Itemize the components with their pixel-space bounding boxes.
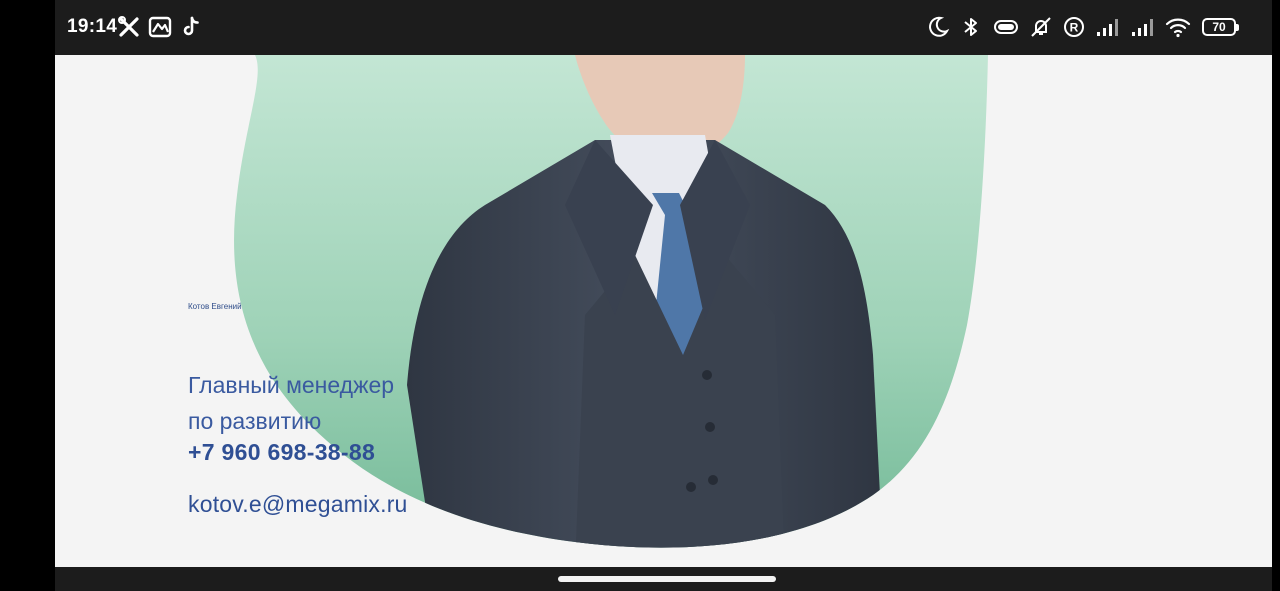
battery-level: 70	[1212, 20, 1226, 34]
gallery-icon	[148, 16, 172, 38]
job-title: Главный менеджер по развитию	[188, 367, 448, 439]
signal-icon	[1132, 19, 1153, 36]
roaming-icon: R	[1064, 17, 1084, 37]
email-link[interactable]: kotov.e@megamix.ru	[188, 491, 408, 518]
screen-bezel-left	[0, 0, 55, 591]
job-title-line-1: Главный менеджер	[188, 372, 395, 398]
job-title-line-2: по развитию	[188, 408, 322, 434]
wifi-icon	[1165, 18, 1191, 38]
business-card-page: Котов Евгений Главный менеджер по развит…	[55, 55, 1272, 567]
tiktok-icon	[183, 16, 199, 36]
signal-icon	[1097, 19, 1118, 36]
vibrate-icon	[994, 20, 1018, 34]
moon-icon	[929, 16, 950, 37]
mute-icon	[1031, 17, 1051, 37]
tools-icon	[118, 16, 139, 37]
navigation-bar	[55, 567, 1272, 591]
bluetooth-icon	[964, 18, 977, 36]
screen-bezel-right	[1272, 0, 1280, 591]
status-time: 19:14	[67, 16, 118, 37]
notification-icons	[117, 15, 203, 39]
battery-icon: 70	[1202, 18, 1239, 36]
status-bar: 19:14 R 70	[55, 0, 1272, 55]
phone-link[interactable]: +7 960 698-38-88	[188, 439, 375, 466]
svg-text:R: R	[1070, 21, 1079, 35]
system-icons: R 70	[926, 15, 1239, 39]
person-name: Котов Евгений	[188, 302, 242, 311]
home-indicator[interactable]	[558, 576, 776, 582]
